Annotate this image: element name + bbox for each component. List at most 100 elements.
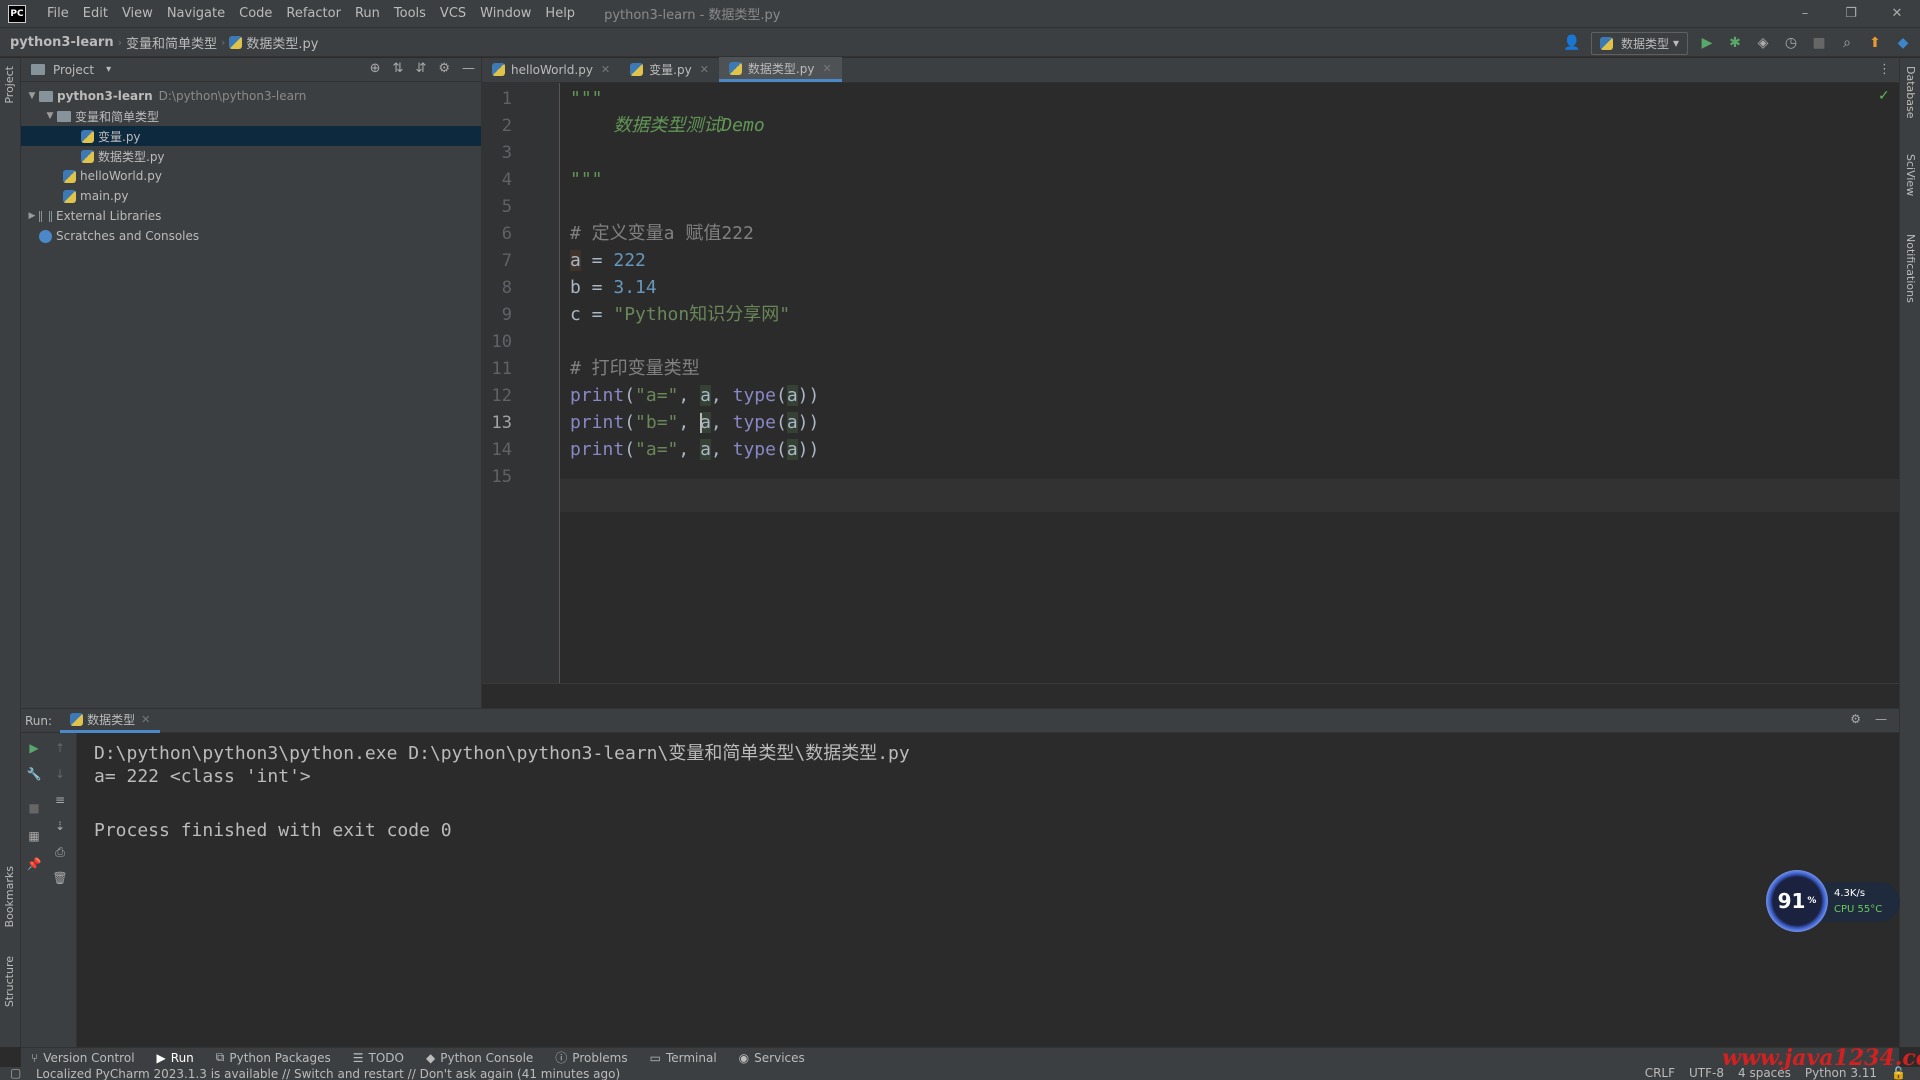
run-configuration-select[interactable]: 数据类型 ▾ xyxy=(1590,31,1688,55)
tab-datatypes[interactable]: 数据类型.py ✕ xyxy=(718,57,842,82)
performance-widget[interactable]: 4.3K/s CPU 55°C 91% xyxy=(1766,870,1906,932)
tool-problems[interactable]: ⓘ Problems xyxy=(555,1049,627,1066)
tree-item-folder[interactable]: ▼ 变量和简单类型 xyxy=(21,106,481,126)
project-view-select[interactable]: Project ▾ xyxy=(31,63,111,77)
code-editor[interactable]: 1 2 3 4 5 6 7 8 9 10 11 12 13 14 15 """ … xyxy=(482,83,1899,683)
pycharm-logo-icon: PC xyxy=(8,4,26,23)
run-panel-label: Run: xyxy=(25,713,53,728)
tree-item-project-root[interactable]: ▼ python3-learn D:\python\python3-learn xyxy=(21,86,481,106)
hide-panel-icon[interactable]: — xyxy=(462,61,475,76)
close-tab-icon[interactable]: ✕ xyxy=(141,713,150,726)
soft-wrap-icon[interactable]: ≡ xyxy=(51,791,69,809)
arrow-down-icon[interactable]: ↓ xyxy=(51,765,69,783)
tree-item-file[interactable]: main.py xyxy=(21,186,481,206)
menu-bar: PC File Edit View Navigate Code Refactor… xyxy=(0,0,1920,27)
menu-window[interactable]: Window xyxy=(473,6,538,21)
locate-icon[interactable]: ⊕ xyxy=(370,61,381,76)
run-tab[interactable]: 数据类型 ✕ xyxy=(60,709,161,733)
menu-vcs[interactable]: VCS xyxy=(433,6,473,21)
menu-code[interactable]: Code xyxy=(232,6,279,21)
project-tool-tab[interactable]: Project xyxy=(3,66,16,104)
tab-helloworld[interactable]: helloWorld.py ✕ xyxy=(482,57,620,82)
tree-item-file[interactable]: 数据类型.py xyxy=(21,146,481,166)
database-tool-tab[interactable]: Database xyxy=(1904,66,1917,119)
stop-icon[interactable]: ■ xyxy=(1810,34,1828,52)
code-text: print("b=", a, type(a)) xyxy=(570,412,820,433)
run-icon[interactable]: ▶ xyxy=(1698,34,1716,52)
restore-button[interactable]: ❐ xyxy=(1828,0,1874,27)
tool-todo[interactable]: ☰ TODO xyxy=(353,1051,404,1065)
gear-icon[interactable]: ⚙ xyxy=(1850,712,1861,726)
chevron-down-icon: ▼ xyxy=(46,111,54,121)
stop-icon[interactable]: ■ xyxy=(25,799,43,817)
line-separator-indicator[interactable]: CRLF xyxy=(1645,1066,1675,1080)
tool-label: Terminal xyxy=(665,1050,717,1065)
layout-icon[interactable]: ▦ xyxy=(25,827,43,845)
gear-icon[interactable]: ⚙ xyxy=(438,61,450,76)
close-tab-icon[interactable]: ✕ xyxy=(822,62,831,75)
tab-options-icon[interactable]: ⋮ xyxy=(1878,62,1891,77)
tab-variables[interactable]: 变量.py ✕ xyxy=(620,57,719,82)
sciview-tool-tab[interactable]: SciView xyxy=(1904,154,1917,196)
trash-icon[interactable]: 🗑 xyxy=(51,869,69,887)
tool-services[interactable]: ◉ Services xyxy=(739,1051,805,1065)
rerun-icon[interactable]: ▶ xyxy=(25,739,43,757)
tool-terminal[interactable]: ▭ Terminal xyxy=(650,1051,717,1065)
search-icon[interactable]: ⌕ xyxy=(1838,34,1856,52)
print-icon[interactable]: ⎙ xyxy=(51,843,69,861)
ide-logo-icon[interactable]: ◆ xyxy=(1894,34,1912,52)
tool-label: Python Packages xyxy=(229,1050,331,1065)
collapse-all-icon[interactable]: ⇵ xyxy=(415,61,426,76)
pin-icon[interactable]: 📌 xyxy=(25,855,43,873)
minimize-button[interactable]: – xyxy=(1782,0,1828,27)
menu-view[interactable]: View xyxy=(115,6,160,21)
close-window-button[interactable]: ✕ xyxy=(1874,0,1920,27)
menu-edit[interactable]: Edit xyxy=(76,6,115,21)
console-output-line: a= 222 <class 'int'> xyxy=(94,766,311,787)
arrow-up-icon[interactable]: ↑ xyxy=(51,739,69,757)
notifications-tool-tab[interactable]: Notifications xyxy=(1904,234,1917,303)
breadcrumb-file[interactable]: 数据类型.py xyxy=(225,33,322,52)
menu-help[interactable]: Help xyxy=(538,6,582,21)
chevron-right-icon: ▶ xyxy=(28,211,36,221)
tree-item-external-libraries[interactable]: ▶ External Libraries xyxy=(21,206,481,226)
editor-horizontal-scrollbar[interactable] xyxy=(482,683,1899,708)
expand-all-icon[interactable]: ⇅ xyxy=(393,61,404,76)
tool-run[interactable]: ▶ Run xyxy=(157,1051,194,1065)
profile-icon[interactable]: ◷ xyxy=(1782,34,1800,52)
wrench-icon[interactable]: 🔧 xyxy=(25,765,43,783)
menu-navigate[interactable]: Navigate xyxy=(160,6,232,21)
memory-gauge-value: 91 xyxy=(1777,889,1806,913)
line-number: 12 xyxy=(491,386,512,406)
tool-version-control[interactable]: ⑂ Version Control xyxy=(31,1051,135,1065)
close-tab-icon[interactable]: ✕ xyxy=(700,63,709,76)
status-message[interactable]: Localized PyCharm 2023.1.3 is available … xyxy=(36,1067,620,1080)
tree-item-file[interactable]: helloWorld.py xyxy=(21,166,481,186)
menu-run[interactable]: Run xyxy=(348,6,387,21)
tree-item-scratches[interactable]: Scratches and Consoles xyxy=(21,226,481,246)
breadcrumb-folder[interactable]: 变量和简单类型 xyxy=(122,33,221,52)
coverage-icon[interactable]: ◈ xyxy=(1754,34,1772,52)
scratches-icon xyxy=(39,229,52,243)
update-icon[interactable]: ⬆ xyxy=(1866,34,1884,52)
menu-tools[interactable]: Tools xyxy=(387,6,433,21)
menu-refactor[interactable]: Refactor xyxy=(279,6,348,21)
tree-item-file[interactable]: 变量.py xyxy=(21,126,481,146)
bookmarks-tool-tab[interactable]: Bookmarks xyxy=(3,866,16,927)
scroll-to-end-icon[interactable]: ⇣ xyxy=(51,817,69,835)
breadcrumb-project[interactable]: python3-learn xyxy=(0,35,118,50)
tool-python-console[interactable]: ◆ Python Console xyxy=(426,1051,533,1065)
tool-python-packages[interactable]: ⧉ Python Packages xyxy=(216,1050,331,1065)
watermark-text: www.java1234.com xyxy=(1722,1045,1920,1071)
toggle-tool-windows-icon[interactable]: ▢ xyxy=(10,1066,21,1080)
left-tool-stripe: Project Bookmarks Structure xyxy=(0,58,21,1047)
hide-panel-icon[interactable]: — xyxy=(1875,712,1887,726)
editor-tab-bar: helloWorld.py ✕ 变量.py ✕ 数据类型.py ✕ ⋮ xyxy=(482,57,1899,83)
encoding-indicator[interactable]: UTF-8 xyxy=(1689,1066,1724,1080)
debug-icon[interactable]: ✱ xyxy=(1726,34,1744,52)
user-account-icon[interactable]: 👤 xyxy=(1563,34,1581,52)
menu-file[interactable]: File xyxy=(40,6,76,21)
structure-tool-tab[interactable]: Structure xyxy=(3,956,16,1007)
close-tab-icon[interactable]: ✕ xyxy=(601,63,610,76)
no-problems-check-icon[interactable]: ✓ xyxy=(1878,88,1890,104)
